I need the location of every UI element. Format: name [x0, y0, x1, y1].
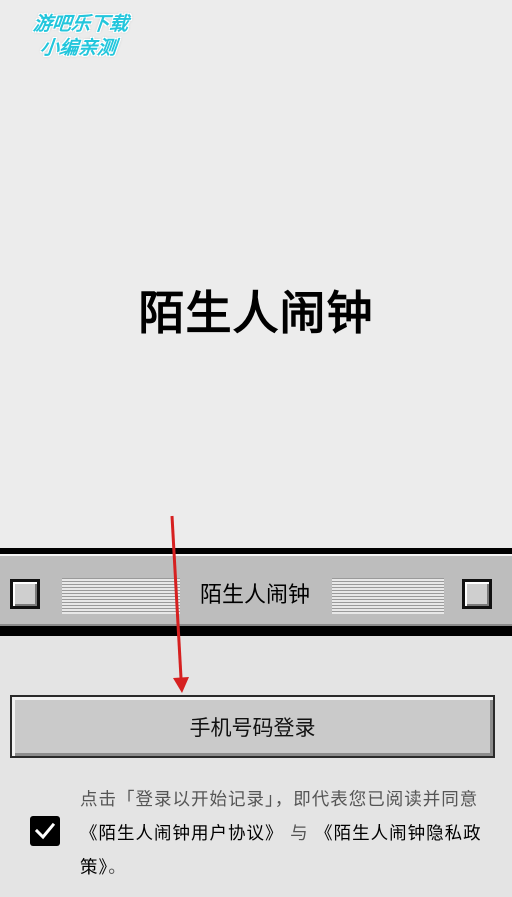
window-bar-inner: 陌生人闹钟 — [0, 554, 512, 626]
check-icon — [34, 822, 56, 840]
agreement-suffix: 。 — [108, 858, 127, 878]
window-title: 陌生人闹钟 — [199, 583, 310, 608]
title-stripes-right — [332, 578, 444, 614]
window-bar: 陌生人闹钟 — [0, 548, 512, 636]
app-title: 陌生人闹钟 — [138, 286, 374, 340]
window-zoom-box[interactable] — [462, 579, 492, 609]
phone-login-label: 手机号码登录 — [189, 715, 316, 740]
user-agreement-link[interactable]: 《陌生人闹钟用户协议》 — [80, 824, 284, 844]
agreement-connector: 与 — [283, 824, 316, 844]
title-stripes-left — [62, 578, 180, 614]
agreement-text: 点击「登录以开始记录」，即代表您已阅读并同意《陌生人闹钟用户协议》 与 《陌生人… — [80, 783, 500, 885]
watermark-line-1: 游吧乐下载 — [32, 13, 130, 35]
watermark: 游吧乐下载 小编亲测 — [9, 12, 149, 60]
window-close-box[interactable] — [10, 579, 40, 609]
agreement-prefix: 点击「登录以开始记录」，即代表您已阅读并同意 — [80, 790, 479, 810]
phone-login-button[interactable]: 手机号码登录 — [10, 695, 495, 758]
watermark-line-2: 小编亲测 — [39, 37, 118, 59]
agree-checkbox[interactable] — [30, 816, 60, 846]
